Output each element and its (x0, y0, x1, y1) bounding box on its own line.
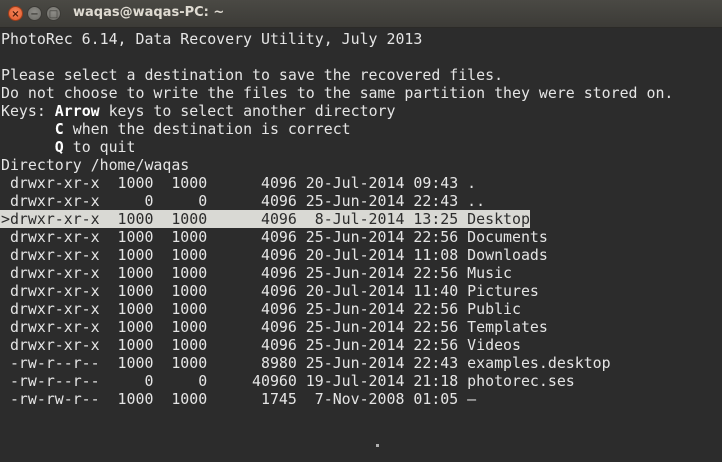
close-button[interactable]: × (8, 6, 23, 21)
directory-entry[interactable]: drwxr-xr-x 0 0 4096 25-Jun-2014 22:43 .. (1, 192, 485, 210)
directory-entry[interactable]: drwxr-xr-x 1000 1000 4096 25-Jun-2014 22… (1, 336, 521, 354)
directory-entry[interactable]: drwxr-xr-x 1000 1000 4096 20-Jul-2014 09… (1, 174, 476, 192)
file-entry[interactable]: -rw-r--r-- 0 0 40960 19-Jul-2014 21:18 p… (1, 372, 575, 390)
close-icon: × (11, 9, 20, 20)
directory-entry[interactable]: drwxr-xr-x 1000 1000 4096 25-Jun-2014 22… (1, 300, 521, 318)
prompt-line: Please select a destination to save the … (1, 66, 504, 84)
key-q-description: to quit (63, 138, 136, 156)
file-entry[interactable]: -rw-r--r-- 1000 1000 8980 25-Jun-2014 22… (1, 354, 611, 372)
keys-help-c: C when the destination is correct (1, 120, 351, 138)
warning-line: Do not choose to write the files to the … (1, 84, 674, 102)
minimize-icon: − (30, 9, 39, 20)
terminal-area[interactable]: PhotoRec 6.14, Data Recovery Utility, Ju… (0, 28, 722, 462)
directory-entry[interactable]: drwxr-xr-x 1000 1000 4096 25-Jun-2014 22… (1, 228, 548, 246)
directory-entry-selected[interactable]: >drwxr-xr-x 1000 1000 4096 8-Jul-2014 13… (0, 210, 530, 228)
directory-entry[interactable]: drwxr-xr-x 1000 1000 4096 20-Jul-2014 11… (1, 246, 548, 264)
current-directory: Directory /home/waqas (1, 156, 190, 174)
terminal-window: × − □ waqas@waqas-PC: ~ PhotoRec 6.14, D… (0, 0, 722, 462)
program-header: PhotoRec 6.14, Data Recovery Utility, Ju… (1, 30, 423, 48)
title-bar[interactable]: × − □ waqas@waqas-PC: ~ (0, 0, 722, 28)
keys-help-arrow: Keys: Arrow keys to select another direc… (1, 102, 395, 120)
key-arrow: Arrow (54, 102, 100, 120)
window-title: waqas@waqas-PC: ~ (73, 5, 225, 20)
file-entry[interactable]: -rw-rw-r-- 1000 1000 1745 7-Nov-2008 01:… (1, 390, 476, 408)
directory-entry[interactable]: drwxr-xr-x 1000 1000 4096 25-Jun-2014 22… (1, 318, 548, 336)
mouse-pointer (376, 444, 379, 447)
directory-entry[interactable]: drwxr-xr-x 1000 1000 4096 20-Jul-2014 11… (1, 282, 539, 300)
directory-entry[interactable]: drwxr-xr-x 1000 1000 4096 25-Jun-2014 22… (1, 264, 512, 282)
maximize-icon: □ (48, 9, 59, 20)
key-q: Q (54, 138, 64, 156)
key-arrow-description: keys to select another directory (99, 102, 396, 120)
keys-label: Keys: (1, 102, 55, 120)
keys-help-q: Q to quit (1, 138, 136, 156)
key-c: C (54, 120, 64, 138)
key-c-description: when the destination is correct (63, 120, 351, 138)
minimize-button[interactable]: − (27, 6, 42, 21)
maximize-button[interactable]: □ (46, 6, 61, 21)
